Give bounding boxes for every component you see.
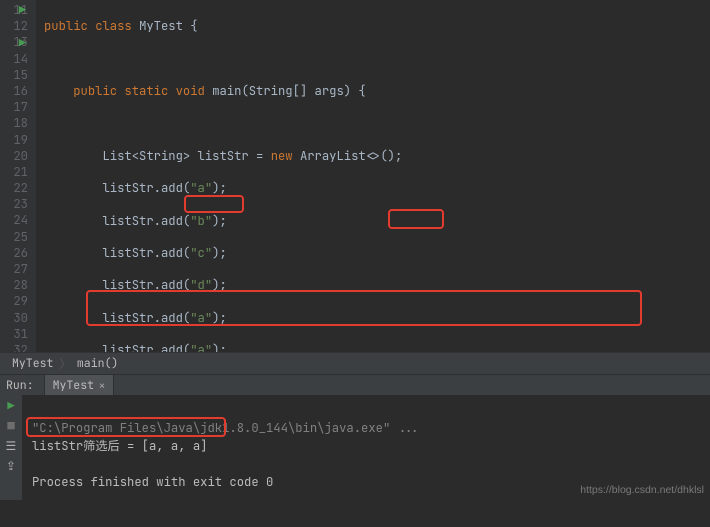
console-line: listStr筛选后 = [a, a, a]: [32, 438, 208, 454]
run-tool-header: Run: MyTest ✕: [0, 374, 710, 395]
annotation-box: [184, 195, 244, 213]
watermark: https://blog.csdn.net/dhklsl: [580, 484, 704, 496]
export-icon[interactable]: ⇪: [4, 459, 18, 473]
breadcrumb-method[interactable]: main(): [77, 356, 118, 371]
breadcrumbs[interactable]: MyTest 〉 main(): [0, 352, 710, 374]
line-number-gutter: ▶ ▶ 111213141516171819202122232425262728…: [0, 0, 36, 352]
code-line: List<String> listStr = new ArrayList<>()…: [44, 148, 710, 164]
rerun-icon[interactable]: ▶: [4, 399, 18, 413]
code-line: listStr.add("a");: [44, 310, 710, 326]
code-editor[interactable]: ▶ ▶ 111213141516171819202122232425262728…: [0, 0, 710, 352]
breadcrumb-class[interactable]: MyTest: [12, 356, 53, 371]
code-line: listStr.add("a");: [44, 342, 710, 352]
close-icon[interactable]: ✕: [99, 379, 105, 392]
run-gutter-icon[interactable]: ▶: [16, 35, 26, 45]
code-line: listStr.add("b");: [44, 213, 710, 229]
run-toolbar: ▶ ■ ☰ ⇪: [0, 395, 22, 500]
run-tab-title: MyTest: [53, 378, 94, 393]
run-gutter-icon[interactable]: ▶: [16, 2, 26, 12]
code-line: public static void main(String[] args) {: [44, 83, 710, 99]
code-line: listStr.add("a");: [44, 180, 710, 196]
console-line: "C:\Program Files\Java\jdk1.8.0_144\bin\…: [32, 420, 420, 436]
run-label: Run:: [0, 375, 45, 395]
console-line: Process finished with exit code 0: [32, 474, 273, 490]
code-line: listStr.add("d");: [44, 277, 710, 293]
code-line: listStr.add("c");: [44, 245, 710, 261]
breadcrumb-separator: 〉: [59, 356, 71, 372]
code-area[interactable]: public class MyTest { public static void…: [36, 0, 710, 352]
code-line: public class MyTest {: [44, 18, 710, 34]
run-tab[interactable]: MyTest ✕: [45, 375, 114, 395]
stop-icon[interactable]: ■: [4, 419, 18, 433]
layout-icon[interactable]: ☰: [4, 439, 18, 453]
